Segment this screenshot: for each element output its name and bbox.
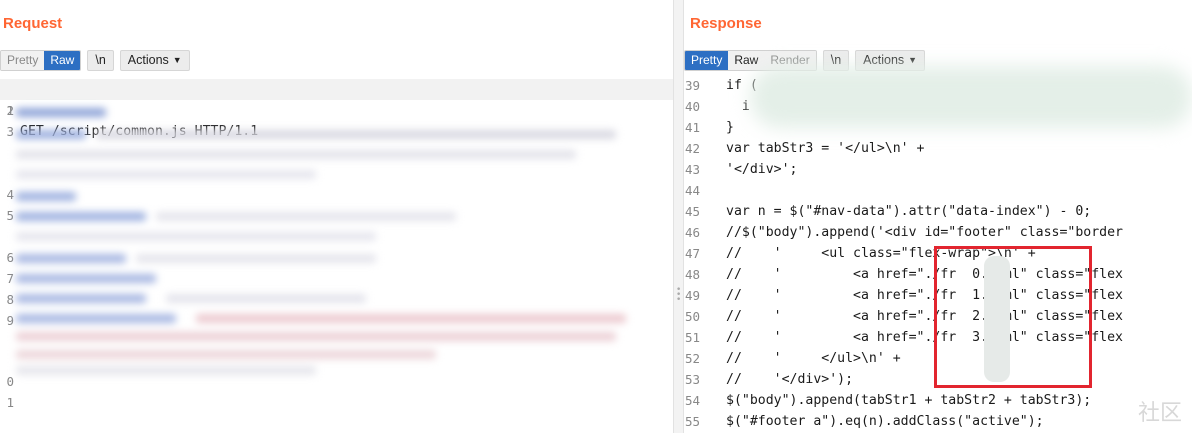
request-line-11: 1 — [0, 392, 673, 413]
code-text: '</div>'; — [726, 162, 798, 177]
redaction-bar — [196, 314, 626, 323]
line-number: 44 — [684, 183, 700, 198]
response-line: 54 $("body").append(tabStr1 + tabStr2 + t… — [684, 390, 1192, 411]
redaction-bar — [16, 130, 86, 139]
redaction-bar — [16, 366, 316, 375]
response-line: 45 var n = $("#nav-data").attr("data-inde… — [684, 201, 1192, 222]
redaction-bar — [16, 232, 376, 241]
code-text: i — [726, 99, 750, 114]
code-text: } — [726, 120, 734, 135]
line-number: 52 — [684, 351, 700, 366]
response-line: 44 — [684, 180, 1192, 201]
line-number: 1 — [6, 395, 14, 410]
response-line: 43 '</div>'; — [684, 159, 1192, 180]
redaction-bar — [16, 294, 146, 303]
line-number: 0 — [6, 374, 14, 389]
line-number: 41 — [684, 120, 700, 135]
redaction-bar — [156, 212, 456, 221]
request-pane: Request Pretty Raw \n Actions ▼ 1 GET /s… — [0, 0, 673, 433]
request-view-toggle: Pretty Raw — [0, 49, 82, 71]
line-number: 50 — [684, 309, 700, 324]
request-tab-raw[interactable]: Raw — [44, 50, 81, 70]
line-number: 5 — [6, 208, 14, 223]
line-number: 48 — [684, 267, 700, 282]
response-tab-raw[interactable]: Raw — [728, 50, 765, 70]
code-text: var tabStr3 = '</ul>\n' + — [726, 141, 925, 156]
redaction-bar — [166, 294, 366, 303]
newline-label: \n — [95, 52, 106, 67]
response-title: Response — [690, 15, 762, 32]
response-line: 46 //$("body").append('<div id="footer" c… — [684, 222, 1192, 243]
line-number: 53 — [684, 372, 700, 387]
response-tab-pretty[interactable]: Pretty — [685, 50, 729, 70]
splitter-grip-icon[interactable]: • • • — [676, 286, 681, 305]
response-line: 55 $("#footer a").eq(n).addClass("active"… — [684, 411, 1192, 432]
request-toolbar: Pretty Raw \n Actions ▼ — [0, 49, 190, 71]
request-actions-button[interactable]: Actions ▼ — [119, 49, 190, 71]
redaction-blur — [750, 66, 1192, 128]
redacted-request-headers — [16, 104, 636, 378]
line-number: 46 — [684, 225, 700, 240]
code-text: //$("body").append('<div id="footer" cla… — [726, 225, 1123, 240]
redaction-bar — [16, 192, 76, 201]
line-number: 39 — [684, 78, 700, 93]
line-number: 42 — [684, 141, 700, 156]
code-text: $("body").append(tabStr1 + tabStr2 + tab… — [726, 393, 1092, 408]
actions-label: Actions — [127, 52, 169, 67]
redaction-blot — [984, 256, 1010, 382]
chevron-down-icon: ▼ — [172, 54, 182, 65]
request-line-1: 1 GET /script/common.js HTTP/1.1 — [0, 79, 673, 139]
watermark: 社区 — [1137, 401, 1182, 426]
redaction-bar — [16, 274, 156, 283]
redaction-bar — [16, 150, 576, 159]
request-newline-toggle[interactable]: \n — [87, 49, 114, 71]
code-text: // '</div>'); — [726, 372, 854, 387]
line-number: 6 — [6, 250, 14, 265]
code-text: // ' </ul>\n' + — [726, 351, 901, 366]
redaction-bar — [16, 170, 316, 179]
redaction-bar — [16, 332, 616, 341]
redaction-bar — [16, 254, 126, 263]
line-number: 40 — [684, 99, 700, 114]
code-text: $("#footer a").eq(n).addClass("active"); — [726, 414, 1044, 429]
redaction-bar — [16, 350, 436, 359]
line-number: 55 — [684, 414, 700, 429]
redaction-bar — [136, 254, 376, 263]
redaction-bar — [96, 130, 616, 139]
highlight-box — [934, 246, 1092, 388]
line-number: 47 — [684, 246, 700, 261]
redaction-bar — [16, 108, 106, 117]
redaction-bar — [16, 314, 176, 323]
response-line: 42 var tabStr3 = '</ul>\n' + — [684, 138, 1192, 159]
redaction-bar — [16, 212, 146, 221]
line-number: 7 — [6, 271, 14, 286]
line-number: 3 — [6, 124, 14, 139]
pane-splitter[interactable] — [673, 0, 684, 433]
line-number: 51 — [684, 330, 700, 345]
request-title: Request — [3, 15, 63, 32]
request-tab-pretty[interactable]: Pretty — [1, 50, 45, 70]
code-text: var n = $("#nav-data").attr("data-index"… — [726, 204, 1092, 219]
line-number: 49 — [684, 288, 700, 303]
line-number: 43 — [684, 162, 700, 177]
line-number: 8 — [6, 292, 14, 307]
line-number: 9 — [6, 313, 14, 328]
line-number: 4 — [6, 187, 14, 202]
line-number: 54 — [684, 393, 700, 408]
line-number: 2 — [6, 103, 14, 118]
line-number: 45 — [684, 204, 700, 219]
